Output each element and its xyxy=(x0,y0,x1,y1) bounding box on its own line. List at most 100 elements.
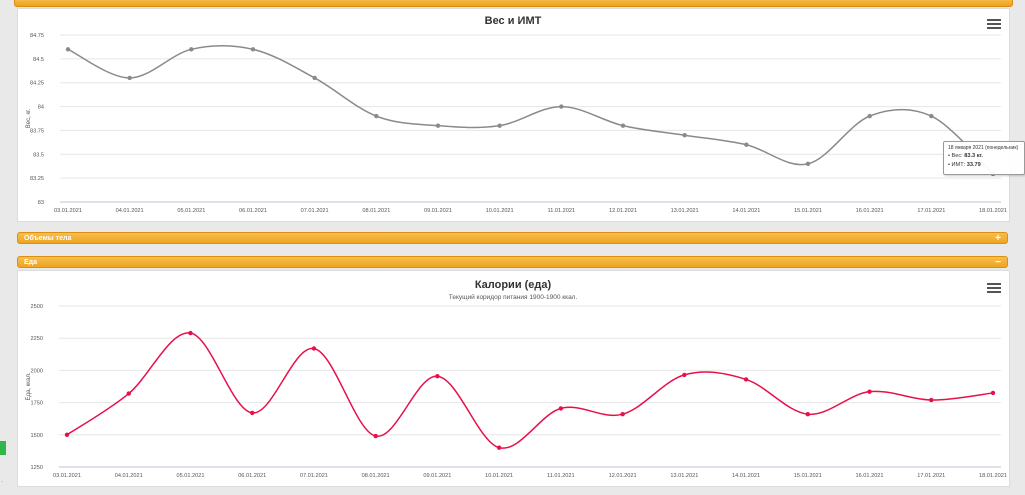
data-point xyxy=(497,123,502,128)
collapsed-panel-strip[interactable] xyxy=(14,0,1013,7)
x-tick-label: 13.01.2021 xyxy=(670,473,698,479)
body-volumes-panel-header[interactable]: Объемы тела + xyxy=(17,232,1008,244)
x-tick-label: 08.01.2021 xyxy=(362,208,390,214)
data-point xyxy=(743,377,749,382)
x-tick-label: 06.01.2021 xyxy=(238,473,266,479)
tooltip-date: 18 января 2021 (понедельник) xyxy=(948,145,1019,151)
data-point xyxy=(867,113,872,119)
y-tick-label: 84.25 xyxy=(30,81,44,87)
y-tick-label: 84 xyxy=(38,105,44,111)
x-tick-label: 03.01.2021 xyxy=(53,473,81,479)
data-point xyxy=(65,47,71,52)
x-tick-label: 09.01.2021 xyxy=(423,473,451,479)
data-point xyxy=(64,432,70,437)
calories-chart: Калории (еда) Текущий коридор питания 190… xyxy=(26,279,1007,479)
y-tick-label: 2000 xyxy=(31,368,43,374)
data-point xyxy=(682,133,687,138)
x-tick-label: 07.01.2021 xyxy=(300,473,328,479)
x-tick-label: 16.01.2021 xyxy=(856,473,884,479)
data-point xyxy=(250,410,255,416)
x-tick-label: 17.01.2021 xyxy=(917,473,945,479)
food-panel-header[interactable]: Еда − xyxy=(17,256,1008,268)
y-tick-label: 84.5 xyxy=(33,57,44,63)
x-tick-label: 18.01.2021 xyxy=(979,473,1007,479)
x-tick-label: 16.01.2021 xyxy=(856,208,884,214)
x-tick-label: 13.01.2021 xyxy=(671,208,699,214)
data-point xyxy=(311,346,317,351)
x-tick-label: 15.01.2021 xyxy=(794,208,822,214)
x-tick-label: 15.01.2021 xyxy=(794,473,822,479)
data-point xyxy=(373,433,378,439)
y-tick-label: 1250 xyxy=(31,465,43,471)
y-tick-label: 83.75 xyxy=(30,128,44,134)
data-point xyxy=(189,47,194,52)
y-tick-label: 2500 xyxy=(31,304,43,310)
data-point xyxy=(435,123,441,128)
y-axis-label: Вес, кг. xyxy=(26,108,32,128)
y-axis-label: Еда, ккал. xyxy=(26,372,32,400)
data-point xyxy=(374,113,379,119)
x-tick-label: 05.01.2021 xyxy=(177,208,205,214)
y-tick-label: 1500 xyxy=(31,433,43,439)
x-tick-label: 09.01.2021 xyxy=(424,208,452,214)
chart-subtitle: Текущий коридор питания 1900-1900 ккал. xyxy=(449,293,578,301)
weight-bmi-chart-card: Вес и ИМТ 83 83.25 83.5 83.75 84 84.25 84.5 84.7… xyxy=(17,8,1025,222)
data-point xyxy=(250,47,256,52)
chart-title: Калории (еда) xyxy=(475,279,552,291)
y-tick-label: 83.25 xyxy=(30,176,44,182)
data-point xyxy=(496,445,502,450)
x-tick-label: 04.01.2021 xyxy=(116,208,144,214)
tooltip-weight: • Вес: 83.3 кг. xyxy=(948,153,983,159)
x-tick-label: 14.01.2021 xyxy=(732,473,760,479)
x-tick-label: 06.01.2021 xyxy=(239,208,267,214)
data-point xyxy=(312,75,317,81)
chart-tooltip: 18 января 2021 (понедельник) • Вес: 83.3… xyxy=(943,141,1025,175)
x-tick-label: 17.01.2021 xyxy=(917,208,945,214)
chart-menu-icon[interactable] xyxy=(987,19,1001,30)
data-point xyxy=(435,373,440,379)
x-tick-label: 11.01.2021 xyxy=(548,208,576,214)
calories-chart-card: Калории (еда) Текущий коридор питания 190… xyxy=(17,270,1010,487)
x-tick-label: 11.01.2021 xyxy=(547,473,575,479)
tooltip-bmi: • ИМТ: 33.79 xyxy=(948,162,981,168)
data-point xyxy=(744,142,749,147)
y-tick-label: 83 xyxy=(38,200,44,206)
expand-icon[interactable]: + xyxy=(995,233,1001,244)
x-tick-label: 18.01.2021 xyxy=(979,208,1007,214)
y-tick-label: 1750 xyxy=(31,401,43,407)
side-mark: · xyxy=(1,479,3,485)
y-tick-label: 84.75 xyxy=(30,33,44,39)
data-point xyxy=(127,75,132,81)
x-tick-label: 14.01.2021 xyxy=(732,208,760,214)
data-point xyxy=(188,330,193,336)
x-tick-label: 03.01.2021 xyxy=(54,208,82,214)
x-tick-label: 10.01.2021 xyxy=(486,208,514,214)
body-volumes-panel-label: Объемы тела xyxy=(24,234,72,242)
chart-title: Вес и ИМТ xyxy=(485,15,542,27)
data-point xyxy=(990,390,996,396)
x-tick-label: 12.01.2021 xyxy=(609,473,637,479)
x-tick-label: 07.01.2021 xyxy=(301,208,329,214)
data-point xyxy=(682,372,687,378)
series-line xyxy=(66,332,994,449)
data-point xyxy=(805,161,811,167)
data-point xyxy=(620,123,626,128)
x-tick-label: 10.01.2021 xyxy=(485,473,513,479)
data-point xyxy=(929,397,934,403)
food-panel-label: Еда xyxy=(24,258,38,266)
side-tab[interactable] xyxy=(0,441,6,455)
data-point xyxy=(929,113,934,119)
x-tick-label: 08.01.2021 xyxy=(362,473,390,479)
data-point xyxy=(620,411,625,417)
y-tick-label: 2250 xyxy=(31,336,43,342)
data-point xyxy=(558,406,564,411)
collapse-icon[interactable]: − xyxy=(995,257,1001,268)
x-tick-label: 04.01.2021 xyxy=(115,473,143,479)
y-tick-label: 83.5 xyxy=(33,152,44,158)
data-point xyxy=(559,104,564,109)
data-point xyxy=(126,391,131,396)
data-point xyxy=(805,411,810,417)
x-tick-label: 12.01.2021 xyxy=(609,208,637,214)
x-tick-label: 05.01.2021 xyxy=(176,473,204,479)
chart-menu-icon[interactable] xyxy=(987,283,1001,294)
